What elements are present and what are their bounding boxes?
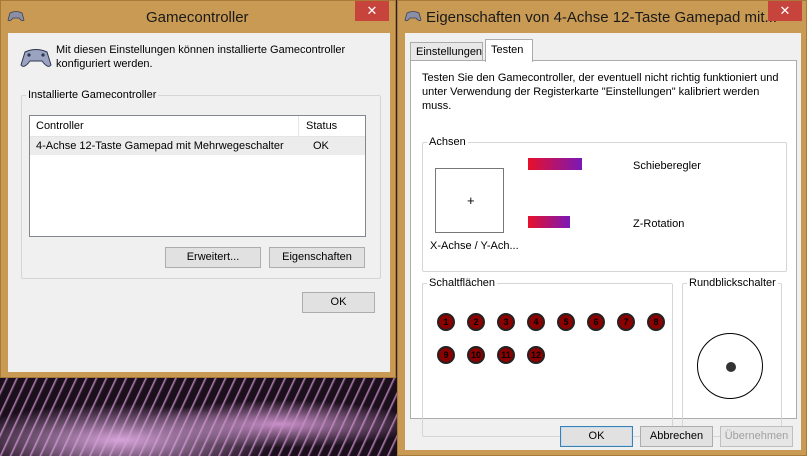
test-tab-panel: Testen Sie den Gamecontroller, der event… bbox=[410, 60, 797, 437]
titlebar[interactable]: Eigenschaften von 4-Achse 12-Taste Gamep… bbox=[398, 1, 806, 33]
advanced-button[interactable]: Erweitert... bbox=[165, 247, 261, 268]
column-header-status[interactable]: Status bbox=[306, 120, 337, 132]
controller-status: OK bbox=[313, 140, 329, 152]
tab-test[interactable]: Testen bbox=[485, 39, 533, 62]
pad-button-1: 1 bbox=[437, 313, 455, 331]
axes-label: Achsen bbox=[429, 136, 466, 148]
gamepad-icon bbox=[404, 11, 422, 22]
titlebar[interactable]: Gamecontroller ✕ bbox=[1, 1, 395, 33]
pad-button-5: 5 bbox=[557, 313, 575, 331]
cancel-button[interactable]: Abbrechen bbox=[640, 426, 713, 447]
slider-axis-label: Schieberegler bbox=[633, 160, 701, 172]
gamecontroller-window: Gamecontroller ✕ Mit diesen Einstellunge… bbox=[0, 0, 396, 378]
pad-button-6: 6 bbox=[587, 313, 605, 331]
buttons-group: Schaltflächen 1 2 3 4 5 6 7 8 9 10 11 12 bbox=[422, 277, 673, 437]
list-header: Controller Status bbox=[30, 116, 365, 137]
pad-button-7: 7 bbox=[617, 313, 635, 331]
tab-settings[interactable]: Einstellungen bbox=[410, 42, 483, 61]
z-rotation-label: Z-Rotation bbox=[633, 218, 685, 230]
intro-text: Mit diesen Einstellungen können installi… bbox=[56, 44, 346, 70]
pov-hat-label: Rundblickschalter bbox=[689, 277, 776, 289]
list-item[interactable]: 4-Achse 12-Taste Gamepad mit Mehrwegesch… bbox=[30, 137, 365, 155]
properties-window: Eigenschaften von 4-Achse 12-Taste Gamep… bbox=[397, 0, 807, 456]
ok-button[interactable]: OK bbox=[560, 426, 633, 447]
pad-button-8: 8 bbox=[647, 313, 665, 331]
buttons-label: Schaltflächen bbox=[429, 277, 496, 289]
xy-crosshair: + bbox=[467, 193, 475, 208]
test-description: Testen Sie den Gamecontroller, der event… bbox=[422, 72, 779, 112]
ok-button[interactable]: OK bbox=[302, 292, 375, 313]
properties-button[interactable]: Eigenschaften bbox=[269, 247, 365, 268]
z-rotation-bar bbox=[528, 216, 571, 228]
column-header-controller[interactable]: Controller bbox=[36, 120, 84, 132]
close-button[interactable]: ✕ bbox=[355, 1, 389, 21]
dialog-body: Einstellungen Testen Testen Sie den Game… bbox=[405, 33, 801, 450]
pov-hat-display bbox=[697, 333, 763, 399]
window-title: Gamecontroller bbox=[146, 9, 249, 26]
pad-button-10: 10 bbox=[467, 346, 485, 364]
slider-axis-bar bbox=[528, 158, 582, 170]
pad-button-11: 11 bbox=[497, 346, 515, 364]
dialog-body: Mit diesen Einstellungen können installi… bbox=[8, 33, 390, 372]
axes-group: Achsen + X-Achse / Y-Ach... Schieberegle… bbox=[422, 136, 787, 272]
pad-button-4: 4 bbox=[527, 313, 545, 331]
group-label: Installierte Gamecontroller bbox=[28, 89, 157, 101]
desktop-wallpaper bbox=[0, 376, 400, 456]
pad-button-2: 2 bbox=[467, 313, 485, 331]
gamepad-icon bbox=[20, 49, 52, 67]
controller-name: 4-Achse 12-Taste Gamepad mit Mehrwegesch… bbox=[36, 140, 284, 152]
pov-hat-group: Rundblickschalter bbox=[682, 277, 782, 437]
pov-hat-indicator bbox=[726, 362, 736, 372]
column-separator[interactable] bbox=[298, 116, 299, 137]
xy-axis-label: X-Achse / Y-Ach... bbox=[430, 240, 519, 252]
close-button[interactable]: ✕ bbox=[768, 1, 802, 21]
gamepad-icon bbox=[7, 11, 25, 22]
pad-button-9: 9 bbox=[437, 346, 455, 364]
window-title: Eigenschaften von 4-Achse 12-Taste Gamep… bbox=[426, 9, 778, 26]
pad-button-3: 3 bbox=[497, 313, 515, 331]
apply-button[interactable]: Übernehmen bbox=[720, 426, 793, 447]
xy-axis-display: + bbox=[435, 168, 504, 233]
controller-list[interactable]: Controller Status 4-Achse 12-Taste Gamep… bbox=[29, 115, 366, 237]
pad-button-12: 12 bbox=[527, 346, 545, 364]
